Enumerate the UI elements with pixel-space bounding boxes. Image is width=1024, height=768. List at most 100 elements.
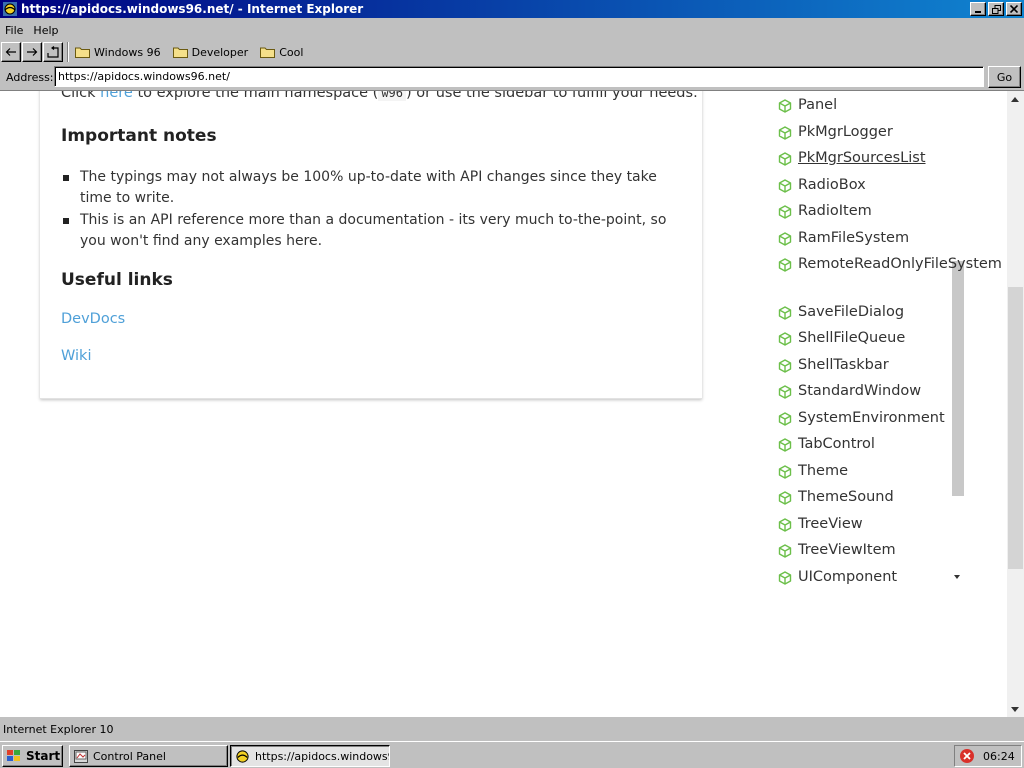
class-cube-icon — [778, 491, 792, 505]
start-button[interactable]: Start — [2, 745, 63, 767]
favorite-label: Developer — [191, 45, 249, 59]
sidebar-item[interactable]: PkMgrSourcesList — [778, 147, 948, 170]
sidebar-item[interactable]: UIComponent — [778, 566, 948, 589]
favorite-developer[interactable]: Developer — [172, 42, 261, 62]
minimize-button[interactable] — [970, 2, 986, 16]
wiki-link[interactable]: Wiki — [61, 348, 91, 364]
menu-help[interactable]: Help — [28, 24, 63, 37]
sidebar-item[interactable]: RemoteReadOnlyFileSystem — [778, 253, 1002, 276]
scroll-up-icon[interactable] — [1011, 97, 1019, 102]
folder-icon — [260, 47, 276, 58]
internet-explorer-icon — [236, 749, 249, 763]
task-internet-explorer[interactable]: https://apidocs.windows9... — [230, 745, 390, 767]
restore-icon — [991, 4, 1001, 14]
favorite-cool[interactable]: Cool — [260, 42, 315, 62]
sidebar-item-label: PkMgrSourcesList — [798, 150, 926, 166]
sidebar-item[interactable]: ShellTaskbar — [778, 354, 948, 377]
sidebar-item-label: SystemEnvironment — [798, 410, 945, 426]
menu-file[interactable]: File — [0, 24, 28, 37]
status-bar: Internet Explorer 10 — [0, 720, 1024, 738]
close-button[interactable] — [1006, 2, 1022, 16]
forward-arrow-icon — [27, 48, 38, 56]
sidebar-item[interactable]: ThemeSound — [778, 486, 948, 509]
class-cube-icon — [778, 518, 792, 532]
close-icon — [1010, 5, 1018, 13]
notes-list: The typings may not always be 100% up-to… — [61, 167, 681, 253]
title-bar[interactable]: https://apidocs.windows96.net/ - Interne… — [0, 0, 1024, 18]
favorite-windows-96[interactable]: Windows 96 — [75, 42, 173, 62]
back-button[interactable] — [1, 42, 21, 62]
sidebar-scroll-thumb[interactable] — [952, 261, 964, 496]
intro-text: Click here to explore the main namespace… — [61, 90, 698, 101]
sidebar-item[interactable]: RamFileSystem — [778, 227, 948, 250]
scroll-down-icon[interactable] — [1011, 707, 1019, 712]
menu-bar: File Help — [0, 21, 64, 39]
window-title: https://apidocs.windows96.net/ - Interne… — [21, 2, 364, 16]
system-tray: 06:24 — [954, 745, 1022, 767]
sidebar-item-label: TreeView — [798, 516, 863, 532]
class-cube-icon — [778, 152, 792, 166]
sidebar-item[interactable]: StandardWindow — [778, 380, 948, 403]
class-cube-icon — [778, 412, 792, 426]
content-card: Click here to explore the main namespace… — [40, 90, 702, 399]
intro-text-start: Click — [61, 90, 101, 101]
devdocs-link[interactable]: DevDocs — [61, 311, 125, 327]
favorite-label: Cool — [279, 45, 304, 59]
folder-icon — [75, 47, 90, 58]
sidebar-item-label: ShellFileQueue — [798, 330, 906, 346]
refresh-button[interactable] — [43, 42, 63, 62]
class-cube-icon — [778, 258, 792, 272]
windows-logo-icon — [7, 750, 20, 761]
task-control-panel[interactable]: Control Panel — [69, 745, 228, 767]
sidebar-item[interactable]: TreeViewItem — [778, 539, 948, 562]
minimize-icon — [975, 11, 981, 13]
class-cube-icon — [778, 205, 792, 219]
sidebar-scroll-down-icon[interactable] — [954, 575, 960, 579]
sidebar-item[interactable]: ShellFileQueue — [778, 327, 948, 350]
page-scrollbar[interactable] — [1007, 91, 1024, 717]
sidebar-scrollbar[interactable] — [950, 91, 966, 591]
taskbar: Start Control Panel https://apidocs.wind… — [0, 741, 1024, 768]
sidebar-item[interactable]: RadioItem — [778, 200, 948, 223]
note-item: The typings may not always be 100% up-to… — [61, 167, 681, 209]
restore-button[interactable] — [988, 2, 1004, 16]
go-button[interactable]: Go — [988, 66, 1021, 88]
page-viewport: Click here to explore the main namespace… — [0, 90, 1024, 717]
sidebar-item[interactable]: RadioBox — [778, 174, 948, 197]
clock[interactable]: 06:24 — [983, 750, 1015, 763]
error-icon[interactable] — [959, 748, 975, 764]
address-bar: Address: Go — [0, 66, 1024, 88]
address-label: Address: — [6, 70, 54, 84]
class-cube-icon — [778, 332, 792, 346]
address-input[interactable] — [54, 66, 984, 87]
control-panel-icon — [74, 749, 88, 763]
class-cube-icon — [778, 385, 792, 399]
sidebar-item-label: ShellTaskbar — [798, 357, 889, 373]
refresh-icon — [47, 46, 59, 58]
namespace-code: w96 — [378, 91, 407, 101]
forward-button[interactable] — [22, 42, 42, 62]
sidebar-item-label: ThemeSound — [798, 489, 894, 505]
class-cube-icon — [778, 306, 792, 320]
start-label: Start — [26, 749, 61, 763]
class-cube-icon — [778, 99, 792, 113]
intro-text-middle: to explore the main namespace ( — [132, 90, 379, 101]
sidebar-item[interactable]: Panel — [778, 94, 948, 117]
sidebar-item[interactable]: SystemEnvironment — [778, 407, 948, 430]
sidebar-item[interactable]: SaveFileDialog — [778, 301, 948, 324]
page-scroll-thumb[interactable] — [1008, 287, 1023, 569]
class-cube-icon — [778, 571, 792, 585]
sidebar-item[interactable]: Theme — [778, 460, 948, 483]
folder-icon — [172, 47, 188, 58]
sidebar-item[interactable]: PkMgrLogger — [778, 121, 948, 144]
class-cube-icon — [778, 465, 792, 479]
class-cube-icon — [778, 544, 792, 558]
sidebar-item-label: Theme — [798, 463, 849, 479]
useful-links-heading: Useful links — [61, 270, 173, 290]
sidebar-item[interactable]: TabControl — [778, 433, 948, 456]
here-link[interactable]: here — [100, 91, 133, 101]
sidebar-item-label: StandardWindow — [798, 383, 922, 399]
sidebar-item[interactable]: TreeView — [778, 513, 948, 536]
toolbar-separator — [67, 42, 69, 62]
task-label: Control Panel — [93, 749, 166, 763]
